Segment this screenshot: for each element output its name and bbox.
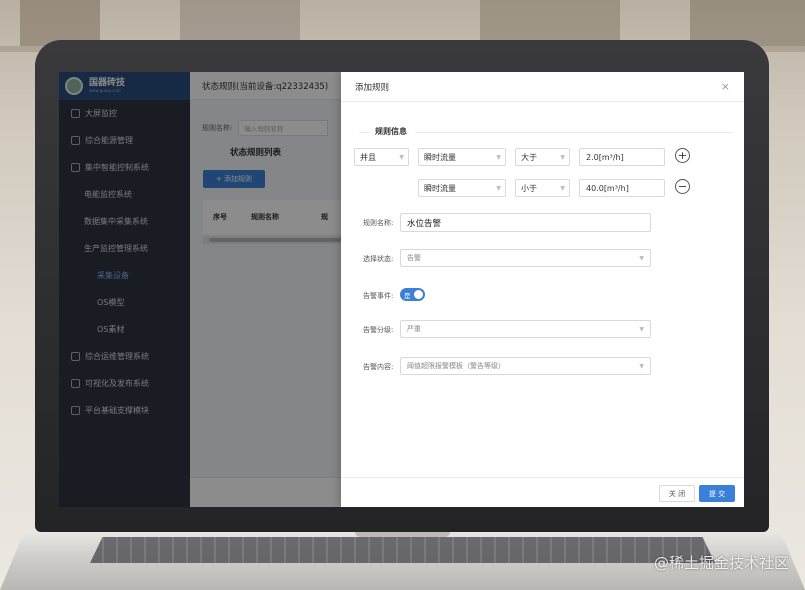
operator-select-1[interactable]: 大于 ▼ [515,148,570,166]
alarm-event-toggle-text: 是 [404,291,411,300]
chevron-down-icon: ▼ [560,184,565,192]
metric-select-1[interactable]: 瞬时流量 ▼ [418,148,506,166]
operator-select-value: 小于 [521,183,537,193]
alarm-content-value: 阈值超限报警模板（警告等级） [407,362,505,370]
status-select[interactable]: 告警 ▼ [400,249,651,267]
rule-name-input[interactable]: 水位告警 [400,213,651,232]
dialog-title: 添加规则 [355,82,390,93]
chevron-down-icon: ▼ [639,362,644,370]
chevron-down-icon: ▼ [560,153,565,161]
toggle-knob [414,290,423,299]
laptop-screen: 国器砖技 www.guoqi.com 大屏监控 综合能源管理 集中智能控制系统 … [59,72,744,507]
alarm-content-label: 告警内容: [363,363,394,371]
rule-name-label: 规则名称: [363,219,394,227]
close-icon[interactable]: × [721,80,730,93]
watermark: @稀土掘金技术社区 [653,554,789,572]
add-rule-dialog: 添加规则 × 规则信息 并且 ▼ 瞬时流量 ▼ 大于 ▼ 2.0[m³/h] + 瞬时… [341,72,744,507]
chevron-down-icon: ▼ [639,325,644,333]
laptop-keyboard [90,537,715,563]
chevron-down-icon: ▼ [639,254,644,262]
dialog-header: 添加规则 × [341,72,744,102]
section-title: 规则信息 [375,127,407,136]
chevron-down-icon: ▼ [399,153,404,161]
chevron-down-icon: ▼ [496,184,501,192]
alarm-content-select[interactable]: 阈值超限报警模板（警告等级） ▼ [400,357,651,375]
laptop-notch [355,532,450,537]
logic-select-value: 并且 [360,152,376,162]
logic-select[interactable]: 并且 ▼ [354,148,409,166]
threshold-input-2[interactable]: 40.0[m³/h] [579,179,665,197]
alarm-level-value: 严重 [407,325,421,333]
metric-select-value: 瞬时流量 [424,152,456,162]
status-label: 选择状态: [363,255,394,263]
dialog-footer: 关 闭 提 交 [341,477,744,507]
add-condition-icon[interactable]: + [675,148,690,163]
threshold-input-1[interactable]: 2.0[m³/h] [579,148,665,166]
alarm-event-label: 告警事件: [363,292,394,300]
metric-select-2[interactable]: 瞬时流量 ▼ [418,179,506,197]
alarm-level-select[interactable]: 严重 ▼ [400,320,651,338]
metric-select-value: 瞬时流量 [424,183,456,193]
alarm-event-toggle[interactable]: 是 [400,288,425,301]
operator-select-2[interactable]: 小于 ▼ [515,179,570,197]
alarm-level-label: 告警分级: [363,326,394,334]
status-select-value: 告警 [407,254,421,262]
close-button[interactable]: 关 闭 [659,485,695,502]
chevron-down-icon: ▼ [496,153,501,161]
remove-condition-icon[interactable]: − [675,179,690,194]
operator-select-value: 大于 [521,152,537,162]
submit-button[interactable]: 提 交 [699,485,735,502]
